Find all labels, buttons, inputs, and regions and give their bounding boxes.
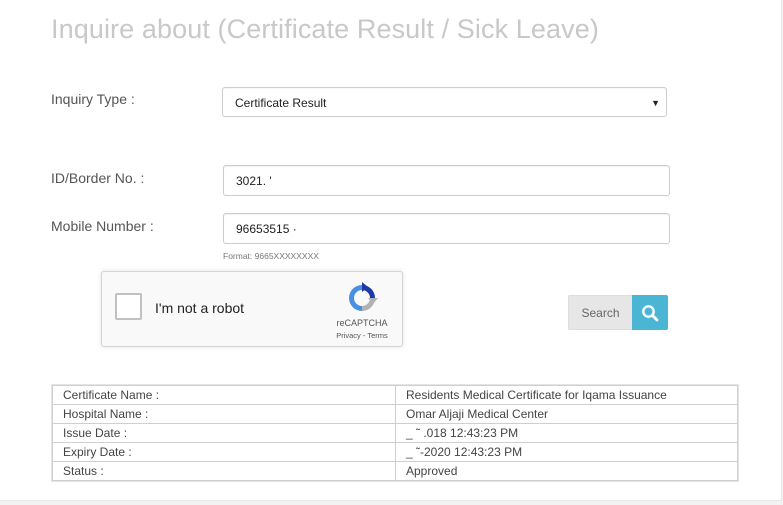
table-row: Hospital Name : Omar Aljaji Medical Cent… [52, 404, 738, 424]
recaptcha-brand: reCAPTCHA [336, 318, 388, 328]
row-value: Omar Aljaji Medical Center [395, 404, 738, 424]
id-border-label: ID/Border No. : [51, 170, 145, 186]
mobile-number-input[interactable]: 96653515 · [223, 213, 670, 244]
magnifier-icon [632, 295, 668, 330]
id-border-input[interactable]: 3021. ' [223, 165, 670, 196]
inquiry-type-label: Inquiry Type : [51, 91, 135, 107]
row-key: Certificate Name : [52, 385, 396, 405]
row-key: Status : [52, 461, 396, 481]
row-key: Hospital Name : [52, 404, 396, 424]
search-button-label: Search [568, 295, 632, 330]
row-key: Issue Date : [52, 423, 396, 443]
table-row: Issue Date : _ ˜ .018 12:43:23 PM [52, 423, 738, 443]
page-title: Inquire about (Certificate Result / Sick… [51, 14, 599, 44]
id-border-value: 3021. ' [236, 174, 272, 188]
status-value: Approved [395, 461, 738, 481]
recaptcha-logo-icon [349, 282, 378, 311]
recaptcha-privacy-terms-link[interactable]: Privacy - Terms [324, 331, 400, 340]
table-row: Certificate Name : Residents Medical Cer… [52, 385, 738, 405]
search-button[interactable]: Search [568, 295, 668, 330]
mobile-format-hint: Format: 9665XXXXXXXX [223, 251, 319, 261]
results-table: Certificate Name : Residents Medical Cer… [52, 385, 738, 481]
row-value: Residents Medical Certificate for Iqama … [395, 385, 738, 405]
mobile-number-label: Mobile Number : [51, 218, 154, 234]
table-row: Status : Approved [52, 461, 738, 481]
recaptcha-checkbox[interactable] [115, 293, 142, 320]
chevron-down-icon: ▼ [651, 98, 660, 108]
inquiry-panel: Inquire about (Certificate Result / Sick… [0, 0, 782, 501]
mobile-number-value: 96653515 · [236, 222, 297, 236]
recaptcha-widget: I'm not a robot reCAPTCHA Privacy - Term… [101, 271, 403, 347]
row-value: _ ˜ .018 12:43:23 PM [395, 423, 738, 443]
row-value: _ ˜-2020 12:43:23 PM [395, 442, 738, 462]
inquiry-type-value: Certificate Result [235, 96, 327, 110]
row-key: Expiry Date : [52, 442, 396, 462]
inquiry-type-select[interactable]: Certificate Result ▼ [222, 87, 667, 117]
table-row: Expiry Date : _ ˜-2020 12:43:23 PM [52, 442, 738, 462]
recaptcha-label: I'm not a robot [155, 300, 245, 316]
